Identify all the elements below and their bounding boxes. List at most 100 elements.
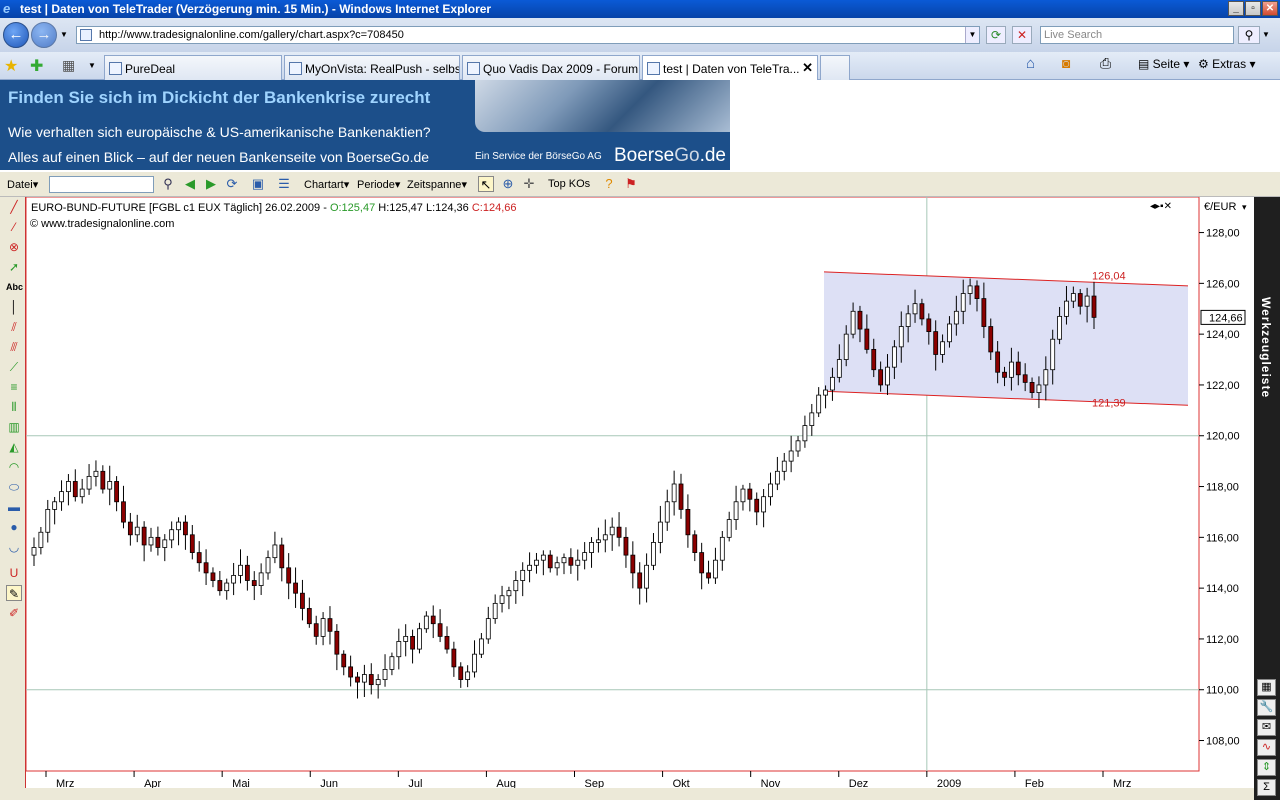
address-dropdown-icon[interactable]: ▼ (965, 27, 979, 43)
calculator-icon[interactable]: ▦ (1257, 679, 1276, 696)
save-icon[interactable]: ▣ (250, 176, 266, 192)
sum-icon[interactable]: Σ (1257, 779, 1276, 796)
candle-body (726, 519, 732, 538)
candle-body (472, 653, 477, 673)
eraser-tool-icon[interactable]: ⊗ (6, 239, 22, 255)
maximize-button[interactable]: ▫ (1245, 1, 1261, 16)
candle-body (176, 521, 181, 531)
currency-dropdown-icon[interactable]: ▾ (1242, 202, 1247, 212)
fan-tool-icon[interactable]: ◭ (6, 439, 22, 455)
delete-drawing-tool-icon[interactable]: ✐ (6, 605, 22, 621)
symbol-input[interactable] (49, 176, 154, 193)
top-kos-button[interactable]: Top KOs (548, 178, 590, 190)
pointer-tool-icon[interactable]: ↖ (478, 176, 494, 192)
tab-test-active[interactable]: test | Daten von TeleTra... ✕ (642, 55, 818, 80)
candle-body (423, 615, 429, 630)
file-menu[interactable]: Datei▾ (7, 178, 38, 191)
logo-part-a: Boerse (614, 145, 675, 166)
vertical-line-tool-icon[interactable]: │ (6, 299, 22, 315)
edit-tool-icon[interactable]: ✎ (6, 585, 22, 601)
help-icon[interactable]: ? (601, 176, 617, 192)
close-window-button[interactable]: ✕ (1262, 1, 1278, 16)
candle-body (479, 638, 484, 655)
extras-menu[interactable]: ⚙ Extras ▾ (1198, 57, 1255, 71)
home-icon[interactable]: ⌂ (1026, 55, 1035, 72)
banner-ad[interactable]: Finden Sie sich im Dickicht der Bankenkr… (0, 80, 730, 170)
tab-list-dropdown-icon[interactable]: ▼ (88, 61, 96, 70)
regression-tool-icon[interactable]: ⟋ (6, 359, 22, 375)
address-bar[interactable]: http://www.tradesignalonline.com/gallery… (76, 26, 980, 44)
chart-window-controls[interactable]: ◂▸▪✕ (1150, 201, 1172, 212)
quick-tabs-icon[interactable]: ▦ (62, 57, 75, 74)
stop-icon[interactable]: ✕ (1012, 26, 1032, 44)
wrench-icon[interactable]: 🔧 (1257, 699, 1276, 716)
search-icon[interactable]: ⚲ (1238, 26, 1260, 44)
candle-body (575, 559, 581, 566)
tools-panel[interactable]: Werkzeugleiste ▦ 🔧 ✉ ∿ ⇕ Σ (1254, 197, 1280, 800)
feeds-icon[interactable]: ◙ (1062, 55, 1070, 71)
address-url[interactable]: http://www.tradesignalonline.com/gallery… (99, 29, 404, 41)
minimize-button[interactable]: _ (1228, 1, 1244, 16)
arrow-tool-icon[interactable]: ➚ (6, 259, 22, 275)
page-menu[interactable]: ▤ Seite ▾ (1138, 57, 1189, 71)
next-icon[interactable]: ▶ (203, 176, 219, 192)
candle-body (926, 318, 932, 333)
new-tab-button[interactable] (820, 55, 850, 80)
history-dropdown-icon[interactable]: ▼ (60, 30, 68, 39)
candle-body (458, 666, 464, 680)
note-icon[interactable]: ✉ (1257, 719, 1276, 736)
search-symbol-icon[interactable]: ⚲ (160, 176, 176, 192)
period-menu[interactable]: Periode▾ (357, 178, 400, 191)
y-tick-label: 122,00 (1206, 380, 1240, 392)
add-favorite-icon[interactable]: ✚ (30, 56, 43, 76)
candle-body (947, 323, 952, 343)
x-tick-label: Feb (1025, 778, 1044, 788)
flag-icon[interactable]: ⚑ (623, 176, 639, 192)
magnet-tool-icon[interactable]: U (6, 565, 22, 581)
ellipse-tool-icon[interactable]: ⬭ (6, 479, 22, 495)
trendline-tool-icon[interactable]: ╱ (6, 199, 22, 215)
fib-time-tool-icon[interactable]: ⫴ (6, 399, 22, 415)
circle-tool-icon[interactable]: ● (6, 519, 22, 535)
refresh-icon[interactable]: ⟳ (986, 26, 1006, 44)
properties-icon[interactable]: ☰ (276, 176, 292, 192)
back-button[interactable]: ← (3, 22, 29, 48)
tab-myonvista[interactable]: MyOnVista: RealPush - selbs... (284, 55, 460, 80)
rectangle-tool-icon[interactable]: ▬ (6, 499, 22, 515)
print-icon[interactable]: ⎙ (1100, 55, 1111, 72)
candle-body (93, 470, 99, 477)
forward-button[interactable]: → (31, 22, 57, 48)
tab-quo-vadis[interactable]: Quo Vadis Dax 2009 - Forum... (462, 55, 640, 80)
parallel-lines-tool-icon[interactable]: ⫽ (6, 319, 22, 335)
price-chart[interactable]: 126,04 121,39 128,00 126,00 124,00 122,00 120… (26, 197, 1254, 788)
signal-icon[interactable]: ⇕ (1257, 759, 1276, 776)
candle-body (891, 346, 897, 368)
channel-tool-icon[interactable]: ⫻ (6, 339, 22, 355)
horizontal-scrollbar[interactable] (0, 788, 1254, 800)
search-input[interactable]: Live Search (1040, 26, 1234, 44)
charttype-menu[interactable]: Chartart▾ (304, 178, 349, 191)
arc-tool-icon[interactable]: ◠ (6, 459, 22, 475)
candle-body (293, 582, 298, 594)
candle-body (816, 394, 822, 414)
timespan-menu[interactable]: Zeitspanne▾ (407, 178, 467, 191)
text-tool-icon[interactable]: Abc (6, 279, 23, 295)
zoom-icon[interactable]: ⊕ (500, 176, 516, 192)
candle-body (389, 656, 395, 670)
previous-icon[interactable]: ◀ (182, 176, 198, 192)
search-options-icon[interactable]: ▼ (1262, 30, 1270, 39)
tab-puredeal[interactable]: PureDeal (104, 55, 282, 80)
candle-body (561, 557, 567, 564)
crosshair-icon[interactable]: ✛ (521, 176, 537, 192)
half-circle-tool-icon[interactable]: ◡ (6, 539, 22, 555)
candle-body (774, 470, 780, 485)
favorites-star-icon[interactable]: ★ (4, 56, 18, 76)
reload-chart-icon[interactable]: ⟳ (224, 176, 240, 192)
candle-body (148, 536, 154, 546)
close-tab-icon[interactable]: ✕ (802, 60, 813, 76)
indicator-icon[interactable]: ∿ (1257, 739, 1276, 756)
candle-body (162, 539, 168, 548)
fibonacci-tool-icon[interactable]: ≡ (6, 379, 22, 395)
gann-tool-icon[interactable]: ▥ (6, 419, 22, 435)
ray-tool-icon[interactable]: ⁄ (6, 219, 22, 235)
